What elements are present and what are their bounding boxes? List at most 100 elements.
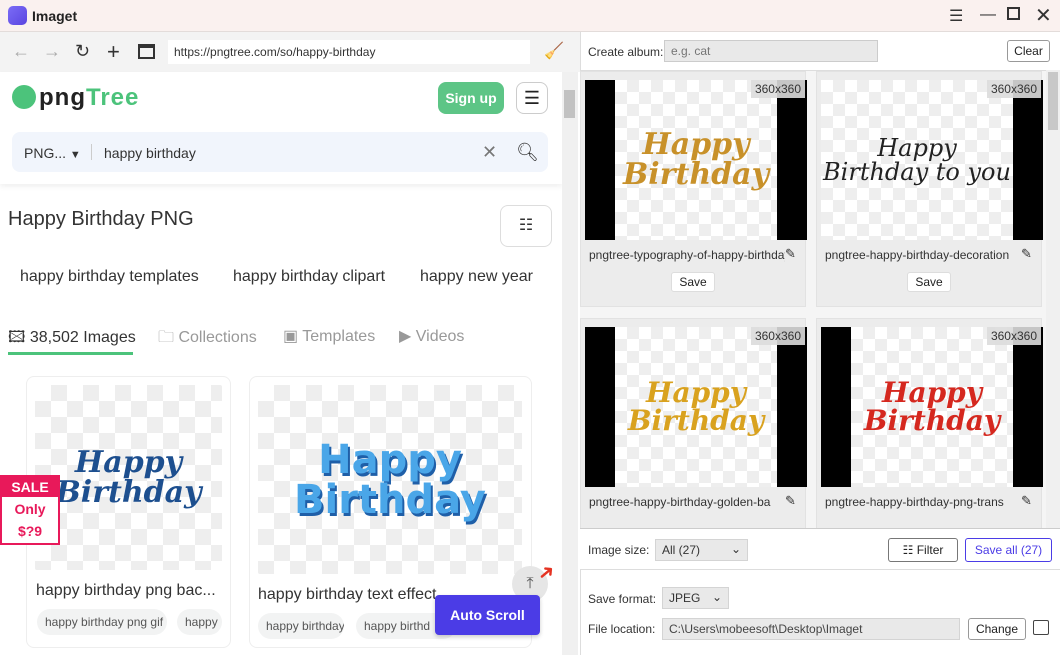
sale-label: SALE — [2, 477, 58, 497]
folder-icon[interactable] — [1033, 620, 1049, 635]
file-name: pngtree-happy-birthday-png-trans — [825, 495, 1004, 509]
search-bar — [12, 132, 548, 172]
save-format-label: Save format: — [588, 592, 657, 606]
sale-price: $?9 — [17, 523, 43, 539]
sliders-icon: ☷ — [902, 543, 917, 557]
image-size-select[interactable]: All (27) ⌄ — [655, 539, 748, 561]
file-name: pngtree-typography-of-happy-birthday — [589, 248, 785, 262]
tag-chip[interactable]: happy birthday — [258, 613, 344, 639]
filter-button[interactable]: ☷ Filter — [888, 538, 958, 562]
video-icon: ▶ — [399, 328, 416, 345]
image-preview[interactable]: Happy Birthday — [615, 327, 777, 487]
image-card[interactable]: Happy Birthday to you 360x360 pngtree-ha… — [816, 71, 1043, 307]
folder-icon: 🗀 — [158, 329, 179, 346]
sale-badge[interactable]: SALE Only $?9 — [0, 475, 60, 545]
filter-sliders-icon[interactable]: ☷ — [500, 205, 552, 247]
divider — [91, 144, 92, 160]
forward-icon[interactable]: → — [43, 41, 61, 62]
tab-images[interactable]: 🖾 38,502 Images — [8, 326, 136, 353]
scrollbar-thumb[interactable] — [564, 90, 575, 118]
close-icon[interactable]: ✕ — [1035, 3, 1052, 28]
file-location-field: C:\Users\mobeesoft\Desktop\Imaget — [662, 618, 960, 640]
title-bar — [0, 0, 1060, 32]
result-thumbnail[interactable]: Happy Birthday — [258, 385, 522, 574]
image-preview[interactable]: Happy Birthday to you — [821, 80, 1013, 240]
image-size-label: Image size: — [588, 543, 650, 557]
image-icon: 🖾 — [8, 329, 30, 346]
tab-label: Collections — [178, 329, 257, 346]
tab-label: 38,502 Images — [29, 329, 136, 346]
tab-label: Templates — [302, 328, 376, 345]
tag-chip[interactable]: happy — [177, 609, 222, 635]
search-icon[interactable]: 🔍︎ — [516, 142, 539, 163]
chevron-down-icon: ⌄ — [711, 590, 722, 604]
page-title: Happy Birthday PNG — [8, 208, 194, 230]
edit-pencil-icon[interactable]: ✎ — [785, 493, 796, 509]
image-preview[interactable]: Happy Birthday — [615, 80, 777, 240]
search-input[interactable]: happy birthday — [104, 145, 196, 161]
save-button[interactable]: Save — [907, 272, 951, 292]
save-all-button[interactable]: Save all (27) — [965, 538, 1052, 562]
create-album-label: Create album: — [588, 45, 664, 59]
image-dimensions: 360x360 — [986, 327, 1041, 345]
sale-line1: Only — [14, 501, 46, 517]
minimize-icon[interactable]: — — [980, 6, 996, 24]
result-caption[interactable]: happy birthday text effect — [258, 586, 436, 604]
chevron-down-icon: ⌄ — [730, 542, 741, 556]
app-logo-icon — [8, 6, 27, 25]
album-name-input[interactable] — [664, 40, 878, 62]
maximize-icon[interactable] — [1007, 7, 1020, 20]
edit-pencil-icon[interactable]: ✎ — [785, 246, 796, 262]
tabs-icon[interactable] — [138, 44, 155, 59]
tag-chip[interactable]: happy birthday png gif — [37, 609, 167, 635]
edit-pencil-icon[interactable]: ✎ — [1021, 246, 1032, 262]
save-button[interactable]: Save — [671, 272, 715, 292]
image-preview[interactable]: Happy Birthday — [851, 327, 1013, 487]
tab-templates[interactable]: ▣ Templates — [283, 326, 375, 346]
change-button[interactable]: Change — [968, 618, 1026, 640]
pngtree-logo[interactable]: pngTree — [12, 84, 139, 112]
new-tab-icon[interactable]: + — [107, 39, 120, 65]
reload-icon[interactable]: ↻ — [75, 41, 90, 62]
page-scrollbar[interactable] — [562, 72, 578, 655]
dropdown-arrow-icon: ▼ — [69, 149, 81, 161]
clear-button[interactable]: Clear — [1007, 40, 1050, 62]
suggestion-link[interactable]: happy new year — [420, 268, 533, 286]
suggestion-link[interactable]: happy birthday clipart — [233, 268, 385, 286]
url-input[interactable]: https://pngtree.com/so/happy-birthday — [168, 40, 530, 64]
search-type-dropdown[interactable]: PNG... ▼ — [24, 145, 81, 161]
file-location-label: File location: — [588, 622, 656, 636]
auto-scroll-button[interactable]: Auto Scroll — [435, 595, 540, 635]
image-grid: Happy Birthday 360x360 pngtree-typograph… — [580, 70, 1046, 528]
tab-collections[interactable]: 🗀 Collections — [158, 326, 257, 353]
edit-pencil-icon[interactable]: ✎ — [1021, 493, 1032, 509]
active-tab-indicator — [8, 352, 133, 355]
grid-scrollbar[interactable] — [1046, 70, 1060, 528]
tab-label: Videos — [415, 328, 465, 345]
hamburger-menu-icon[interactable]: ☰ — [516, 82, 548, 114]
save-format-select[interactable]: JPEG ⌄ — [662, 587, 729, 609]
clean-broom-icon[interactable]: 🧹 — [544, 41, 564, 61]
image-card[interactable]: Happy Birthday 360x360 pngtree-typograph… — [580, 71, 807, 307]
back-icon[interactable]: ← — [12, 41, 30, 62]
template-icon: ▣ — [283, 328, 303, 345]
select-value: All (27) — [662, 543, 701, 557]
image-dimensions: 360x360 — [750, 80, 805, 98]
menu-icon[interactable]: ☰ — [949, 6, 963, 26]
clear-icon[interactable]: ✕ — [482, 142, 497, 163]
search-type-label: PNG... — [24, 145, 67, 161]
app-title: Imaget — [32, 8, 78, 24]
scrollbar-thumb[interactable] — [1048, 72, 1058, 130]
file-name: pngtree-happy-birthday-decoration — [825, 248, 1010, 262]
result-caption[interactable]: happy birthday png bac... — [36, 582, 226, 600]
image-card[interactable]: Happy Birthday 360x360 pngtree-happy-bir… — [816, 318, 1043, 528]
image-card[interactable]: Happy Birthday 360x360 pngtree-happy-bir… — [580, 318, 807, 528]
suggestion-link[interactable]: happy birthday templates — [20, 268, 199, 286]
result-thumbnail[interactable]: Happy Birthday — [35, 385, 222, 570]
select-value: JPEG — [669, 591, 701, 605]
image-dimensions: 360x360 — [750, 327, 805, 345]
file-name: pngtree-happy-birthday-golden-ba — [589, 495, 771, 509]
filter-label: Filter — [916, 543, 944, 557]
tab-videos[interactable]: ▶ Videos — [399, 326, 464, 346]
sign-up-button[interactable]: Sign up — [438, 82, 504, 114]
